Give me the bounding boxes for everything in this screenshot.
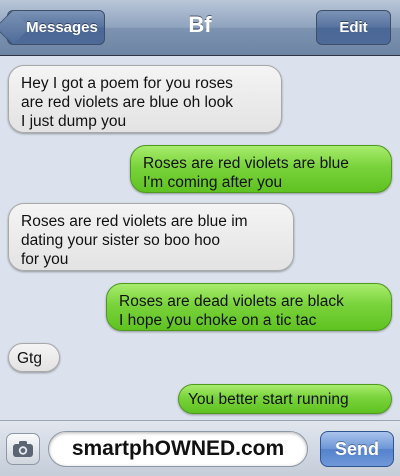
outgoing-message-bubble[interactable]: Roses are red violets are blue I'm comin… — [130, 145, 392, 193]
edit-button[interactable]: Edit — [316, 10, 391, 45]
incoming-message-bubble[interactable]: Hey I got a poem for you roses are red v… — [8, 65, 282, 133]
camera-button[interactable] — [6, 433, 40, 465]
message-text-field[interactable]: smartphOWNED.com — [48, 431, 308, 467]
incoming-message-bubble[interactable]: Gtg — [8, 343, 60, 372]
incoming-message-bubble[interactable]: Roses are red violets are blue im dating… — [8, 203, 294, 271]
send-button[interactable]: Send — [320, 431, 394, 467]
outgoing-message-bubble[interactable]: You better start running — [178, 384, 392, 414]
navigation-bar: Messages Bf Edit — [0, 0, 400, 56]
back-messages-button[interactable]: Messages — [0, 9, 105, 46]
camera-icon — [13, 441, 33, 457]
message-thread[interactable]: Hey I got a poem for you roses are red v… — [0, 57, 400, 419]
outgoing-message-bubble[interactable]: Roses are dead violets are black I hope … — [106, 283, 392, 331]
back-button-label: Messages — [26, 19, 98, 36]
message-input-bar: smartphOWNED.com Send — [0, 420, 400, 476]
